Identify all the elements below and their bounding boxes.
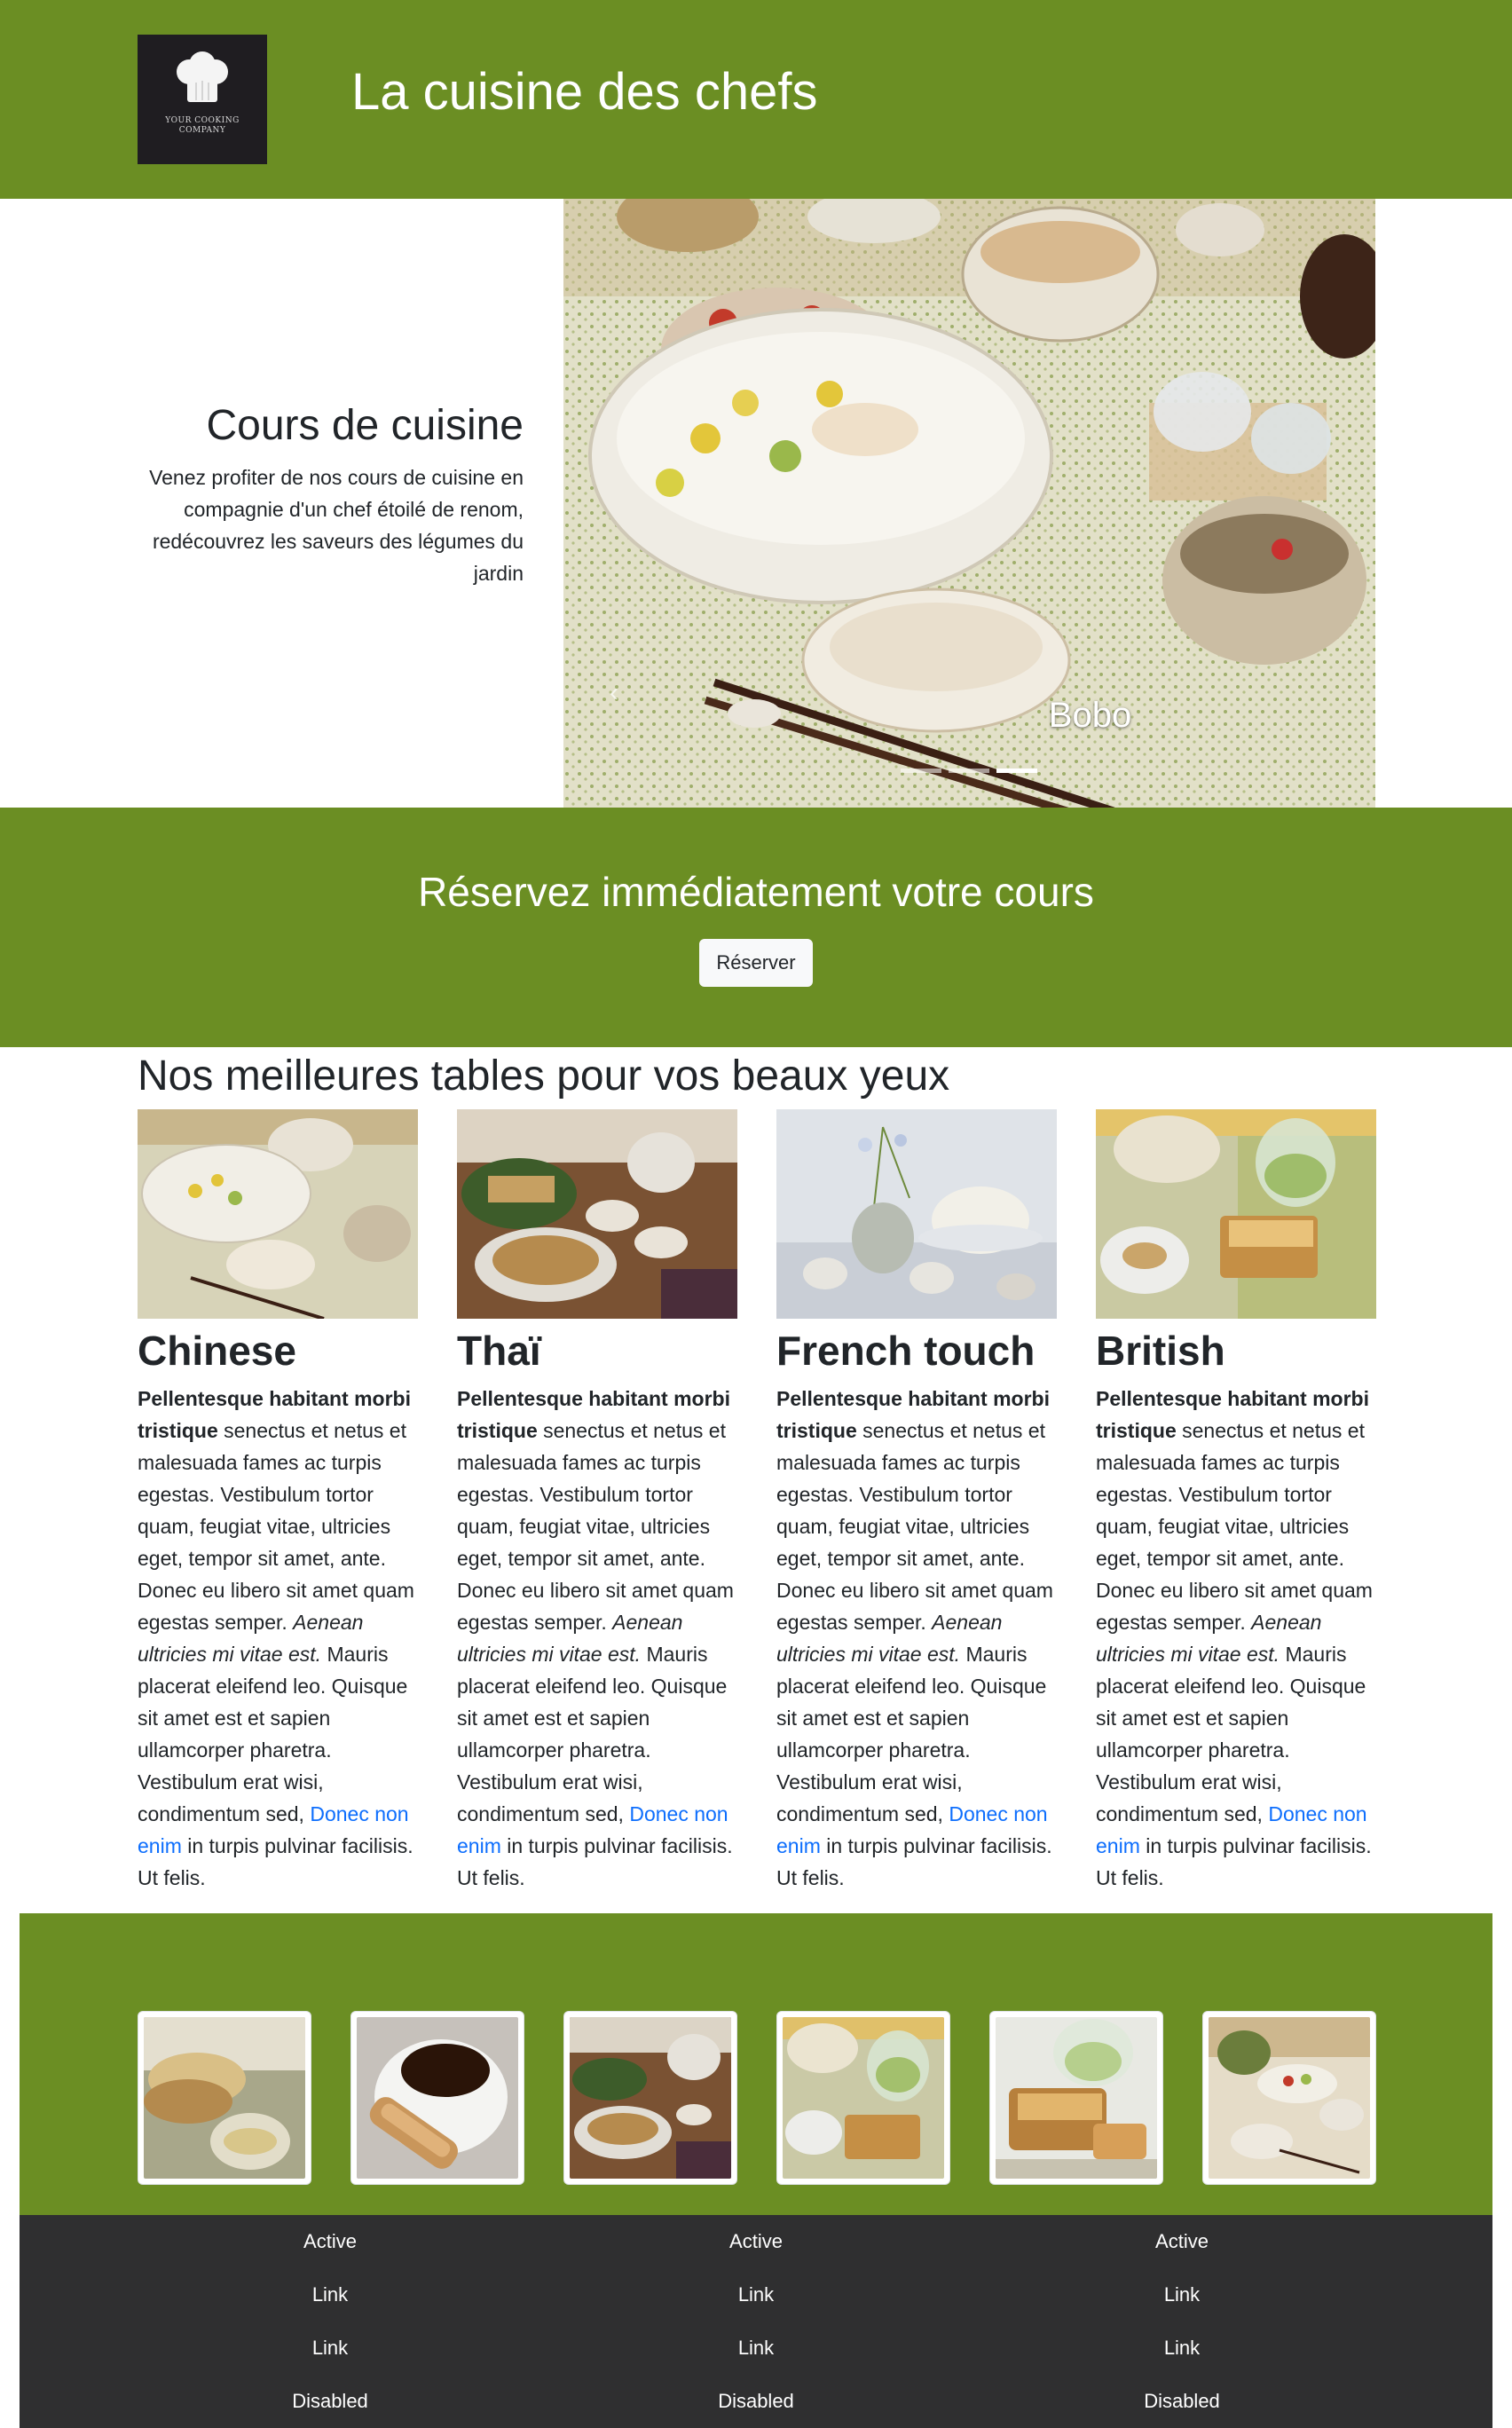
card-image bbox=[776, 1109, 1057, 1319]
british-tea-photo bbox=[1096, 1109, 1376, 1319]
card-text-part-1: senectus et netus et malesuada fames ac … bbox=[138, 1419, 414, 1634]
card-text-part-1: senectus et netus et malesuada fames ac … bbox=[457, 1419, 734, 1634]
nav-link-disabled: Disabled bbox=[718, 2390, 794, 2412]
gallery bbox=[20, 1913, 1492, 2215]
card-text-part-1: senectus et netus et malesuada fames ac … bbox=[1096, 1419, 1373, 1634]
card-chinese: Chinese Pellentesque habitant morbi tris… bbox=[138, 1109, 418, 1894]
footer-nav: Active Link Link Disabled Active Link Li… bbox=[20, 2215, 1492, 2428]
hero-title: Cours de cuisine bbox=[206, 402, 524, 449]
gallery-thumb-6[interactable] bbox=[1202, 2011, 1376, 2185]
card-french-touch: French touch Pellentesque habitant morbi… bbox=[776, 1109, 1057, 1894]
dinner-table-photo bbox=[570, 2017, 731, 2179]
card-text-part-2: Mauris placerat eleifend leo. Quisque si… bbox=[457, 1643, 728, 1825]
carousel-indicator-2[interactable] bbox=[949, 769, 989, 773]
nav-link-active[interactable]: Active bbox=[153, 2215, 508, 2268]
chef-hat-icon bbox=[177, 51, 228, 102]
carousel-caption: Bobo bbox=[1048, 696, 1132, 735]
carousel-indicator-1[interactable] bbox=[901, 769, 941, 773]
card-text-part-2: Mauris placerat eleifend leo. Quisque si… bbox=[776, 1643, 1047, 1825]
section-title: Nos meilleures tables pour vos beaux yeu… bbox=[138, 1052, 950, 1100]
nav-link[interactable]: Link bbox=[579, 2322, 933, 2375]
gallery-thumb-3[interactable] bbox=[563, 2011, 737, 2185]
card-text: Pellentesque habitant morbi tristique se… bbox=[1096, 1383, 1376, 1894]
nav-link-active[interactable]: Active bbox=[1004, 2215, 1359, 2268]
nav-link[interactable]: Link bbox=[153, 2268, 508, 2322]
thai-dishes-photo bbox=[457, 1109, 737, 1319]
gallery-thumb-2[interactable] bbox=[350, 2011, 524, 2185]
nav-link-active[interactable]: Active bbox=[579, 2215, 933, 2268]
tea-and-cake-photo bbox=[783, 2017, 944, 2179]
card-text: Pellentesque habitant morbi tristique se… bbox=[138, 1383, 418, 1894]
table-setting-photo bbox=[1209, 2017, 1370, 2179]
card-thai: Thaï Pellentesque habitant morbi tristiq… bbox=[457, 1109, 737, 1894]
nav-column-2: Active Link Link Disabled bbox=[579, 2215, 933, 2428]
chinese-dishes-photo bbox=[138, 1109, 418, 1319]
card-image bbox=[138, 1109, 418, 1319]
card-text-part-2: Mauris placerat eleifend leo. Quisque si… bbox=[138, 1643, 408, 1825]
nav-link[interactable]: Link bbox=[153, 2322, 508, 2375]
reserve-button[interactable]: Réserver bbox=[699, 939, 813, 987]
reserve-title: Réservez immédiatement votre cours bbox=[418, 869, 1094, 915]
nav-link-disabled: Disabled bbox=[292, 2390, 368, 2412]
gallery-thumb-5[interactable] bbox=[989, 2011, 1163, 2185]
card-image bbox=[1096, 1109, 1376, 1319]
carousel-indicators bbox=[901, 769, 1037, 773]
gallery-thumb-4[interactable] bbox=[776, 2011, 950, 2185]
card-text: Pellentesque habitant morbi tristique se… bbox=[776, 1383, 1057, 1894]
hero-text: Cours de cuisine Venez profiter de nos c… bbox=[133, 399, 524, 589]
site-title: La cuisine des chefs bbox=[351, 63, 818, 121]
card-title: British bbox=[1096, 1328, 1225, 1374]
french-touch-photo bbox=[776, 1109, 1057, 1319]
coffee-and-biscotti-photo bbox=[357, 2017, 518, 2179]
nav-column-1: Active Link Link Disabled bbox=[153, 2215, 508, 2428]
nav-link[interactable]: Link bbox=[1004, 2322, 1359, 2375]
hero-description: Venez profiter de nos cours de cuisine e… bbox=[149, 466, 524, 585]
nav-link[interactable]: Link bbox=[579, 2268, 933, 2322]
card-image bbox=[457, 1109, 737, 1319]
nav-link[interactable]: Link bbox=[1004, 2268, 1359, 2322]
nav-column-3: Active Link Link Disabled bbox=[1004, 2215, 1359, 2428]
card-title: Chinese bbox=[138, 1328, 296, 1374]
nav-link-disabled: Disabled bbox=[1144, 2390, 1220, 2412]
carousel-indicator-3[interactable] bbox=[996, 769, 1037, 773]
reserve-banner: Réservez immédiatement votre cours Réser… bbox=[0, 808, 1512, 1047]
card-title: Thaï bbox=[457, 1328, 541, 1374]
pound-cake-photo bbox=[996, 2017, 1157, 2179]
card-title: French touch bbox=[776, 1328, 1036, 1374]
card-text-part-2: Mauris placerat eleifend leo. Quisque si… bbox=[1096, 1643, 1366, 1825]
logo-line-2: COMPANY bbox=[178, 126, 226, 135]
bread-and-tea-photo bbox=[144, 2017, 305, 2179]
card-british: British Pellentesque habitant morbi tris… bbox=[1096, 1109, 1376, 1894]
card-text-part-1: senectus et netus et malesuada fames ac … bbox=[776, 1419, 1053, 1634]
card-text: Pellentesque habitant morbi tristique se… bbox=[457, 1383, 737, 1894]
logo-line-1: YOUR COOKING bbox=[165, 116, 240, 125]
gallery-thumb-1[interactable] bbox=[138, 2011, 311, 2185]
logo[interactable]: YOUR COOKING COMPANY bbox=[138, 35, 267, 164]
hero-carousel[interactable]: ‹ Bobo bbox=[563, 199, 1375, 808]
site-header: YOUR COOKING COMPANY La cuisine des chef… bbox=[0, 0, 1512, 199]
